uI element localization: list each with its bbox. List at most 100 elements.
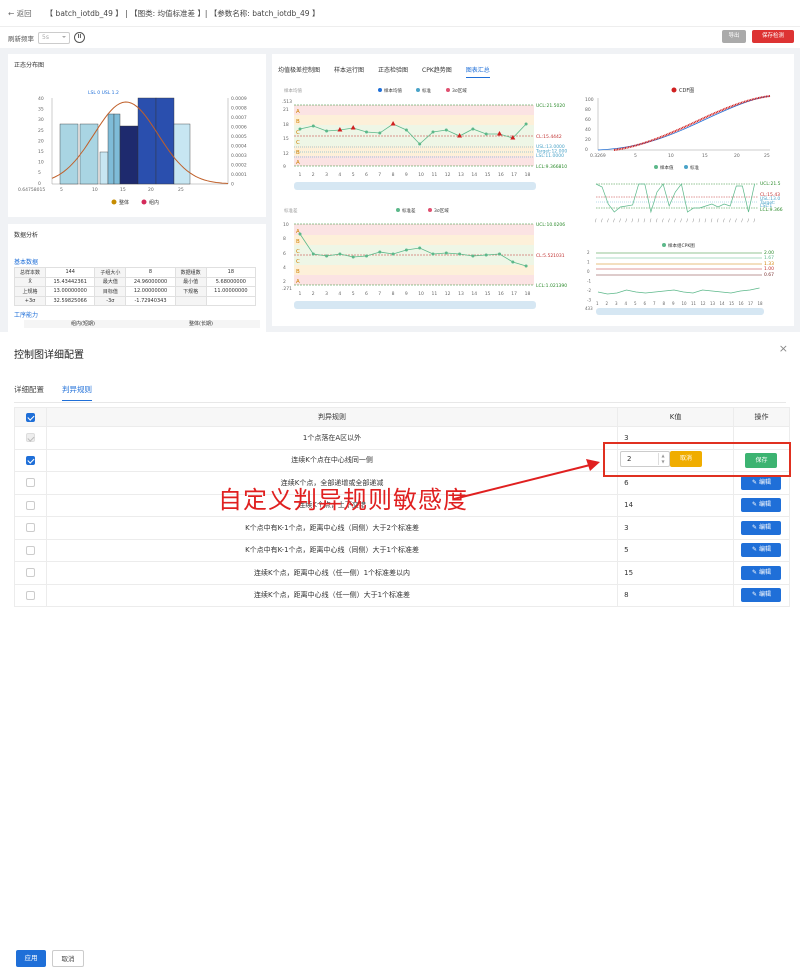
export-button[interactable]: 导出 — [722, 30, 746, 43]
std-x-tick: 18 — [525, 291, 531, 297]
col-rule: 判异规则 — [45, 407, 619, 427]
std-point — [391, 252, 395, 256]
rule-checkbox[interactable] — [25, 523, 35, 533]
xbar-legend-mean-icon — [378, 88, 382, 92]
cpk-y-tick: -2 — [587, 288, 591, 293]
header-bar: ← 返回 【 batch_iotdb_49 】 | 【图类: 均值标准差 】| … — [0, 0, 800, 26]
cpk-y-tick: 2 — [587, 250, 590, 255]
std-limit-labels: UCL:10.0206 CL:5.521031 LCL:1.021390 — [536, 222, 567, 289]
std-point — [338, 252, 342, 256]
xbar-zoom-slider[interactable] — [294, 182, 536, 190]
std-x-tick: 9 — [405, 291, 408, 297]
edit-button[interactable]: ✎ 编辑 — [741, 498, 782, 513]
rule-checkbox[interactable] — [25, 545, 35, 555]
svg-text:15: 15 — [283, 136, 289, 142]
std-point — [524, 264, 528, 268]
std-x-tick: 16 — [498, 291, 504, 297]
edit-icon: ✎ — [752, 568, 758, 576]
xbar-point — [524, 122, 528, 126]
cpk-x-tick: 18 — [758, 301, 764, 306]
std-x-tick: 2 — [312, 291, 315, 297]
tab-detail-config[interactable]: 详细配置 — [14, 384, 44, 401]
rule-text: K个点中有K-1个点，距离中心线（同侧）大于2个标准差 — [45, 516, 619, 540]
table-row: 连续K个点，距离中心线（任一侧）1个标准差以内 15 ✎ 编辑 — [14, 561, 791, 585]
mini-x-tick: / — [662, 218, 664, 223]
apply-button[interactable]: 应用 — [16, 950, 46, 967]
std-x-tick: 3 — [325, 291, 328, 297]
tab-summary[interactable]: 图表汇总 — [465, 65, 490, 78]
close-icon[interactable]: × — [779, 342, 788, 355]
cancel-button[interactable]: 取消 — [52, 950, 84, 967]
cpk-x-tick: 2 — [606, 301, 609, 306]
xbar-chart: 样本均值 样本均值 标准 3σ区域 .513 A B C C B A 21 18 — [282, 87, 567, 190]
edit-icon: ✎ — [752, 478, 758, 486]
edit-button[interactable]: ✎ 编辑 — [741, 475, 782, 490]
pause-icon[interactable]: II — [74, 32, 85, 43]
edit-button[interactable]: ✎ 编辑 — [741, 543, 782, 558]
rule-checkbox[interactable] — [25, 500, 35, 510]
xbar-point — [418, 142, 422, 146]
std-legend-zone: 3σ区域 — [434, 207, 449, 214]
right-tick: 0.0004 — [231, 144, 247, 150]
edit-button[interactable]: ✎ 编辑 — [741, 588, 782, 603]
zone-a-top — [294, 105, 534, 115]
std-legend-zone-icon — [428, 208, 432, 212]
std-x-tick: 8 — [392, 291, 395, 297]
rule-checkbox — [25, 433, 35, 443]
cpk-x-tick: 17 — [748, 301, 754, 306]
svg-text:B: B — [296, 239, 300, 245]
cpk-level-labels: 2.00 1.67 1.33 1.00 0.67 — [764, 250, 774, 278]
chart-tabs: 均值极差控制图 样本运行图 正态检验图 CPK趋势图 图表汇总 — [278, 65, 504, 78]
tab-xbar-r[interactable]: 均值极差控制图 — [278, 65, 320, 78]
xbar-x-tick: 13 — [458, 172, 464, 178]
std-zone-a-top — [294, 224, 534, 235]
mini-x-tick: / — [735, 218, 737, 223]
std-x-tick: 14 — [471, 291, 477, 297]
cdf-legend: CDF图 — [679, 88, 694, 94]
std-point — [458, 252, 462, 256]
rule-checkbox[interactable] — [25, 568, 35, 578]
rule-checkbox[interactable] — [25, 455, 35, 465]
rule-checkbox[interactable] — [25, 590, 35, 600]
right-tick: 0.0007 — [231, 115, 247, 121]
cdf-y-tick: 40 — [585, 127, 591, 133]
cpk-legend-icon — [662, 243, 666, 247]
mini-x-tick: / — [680, 218, 682, 223]
tab-run-chart[interactable]: 样本运行图 — [334, 65, 364, 78]
x-tick: 20 — [148, 187, 154, 193]
tab-rules[interactable]: 判异规则 — [62, 384, 92, 401]
cpk-zoom-slider[interactable] — [596, 308, 764, 315]
mini-x-tick: / — [717, 218, 719, 223]
std-point — [444, 251, 448, 255]
mini-x-ticks: / / / / / / / / / / / / / / / / / / / / / / / / / / / — [595, 218, 756, 223]
xbar-ymax: .513 — [282, 99, 292, 105]
save-check-button[interactable]: 保存检测 — [752, 30, 794, 43]
cdf-legend-icon — [671, 87, 677, 93]
std-zoom-slider[interactable] — [294, 301, 536, 309]
tab-normal-test[interactable]: 正态检验图 — [378, 65, 408, 78]
svg-text:9: 9 — [283, 164, 286, 170]
rule-checkbox[interactable] — [25, 478, 35, 488]
histogram-bar — [173, 123, 191, 185]
std-zone-c-top — [294, 245, 534, 255]
std-point — [511, 260, 515, 264]
back-link[interactable]: ← 返回 — [8, 8, 32, 19]
std-x-tick: 11 — [432, 291, 438, 297]
select-all-checkbox[interactable] — [25, 412, 35, 422]
xbar-legend-std: 标准 — [422, 87, 431, 94]
svg-text:C: C — [296, 249, 300, 255]
std-point — [298, 232, 302, 236]
left-tick: 40 — [38, 96, 44, 102]
edit-button[interactable]: ✎ 编辑 — [741, 565, 782, 580]
right-tick-labels: 0.0009 0.0008 0.0007 0.0006 0.0005 0.0004 0.00… — [231, 96, 247, 188]
cdf-x-tick: 0.3269 — [590, 153, 606, 159]
col-action: 操作 — [732, 407, 791, 427]
tab-cpk-trend[interactable]: CPK趋势图 — [422, 65, 452, 78]
refresh-select[interactable]: 5s — [38, 31, 70, 44]
cpk-series-line — [597, 287, 760, 295]
x-tick: 15 — [120, 187, 126, 193]
mini-x-tick: / — [613, 218, 615, 223]
cdf-y-tick: 20 — [585, 137, 591, 143]
edit-icon: ✎ — [752, 501, 758, 509]
edit-button[interactable]: ✎ 编辑 — [741, 520, 782, 535]
